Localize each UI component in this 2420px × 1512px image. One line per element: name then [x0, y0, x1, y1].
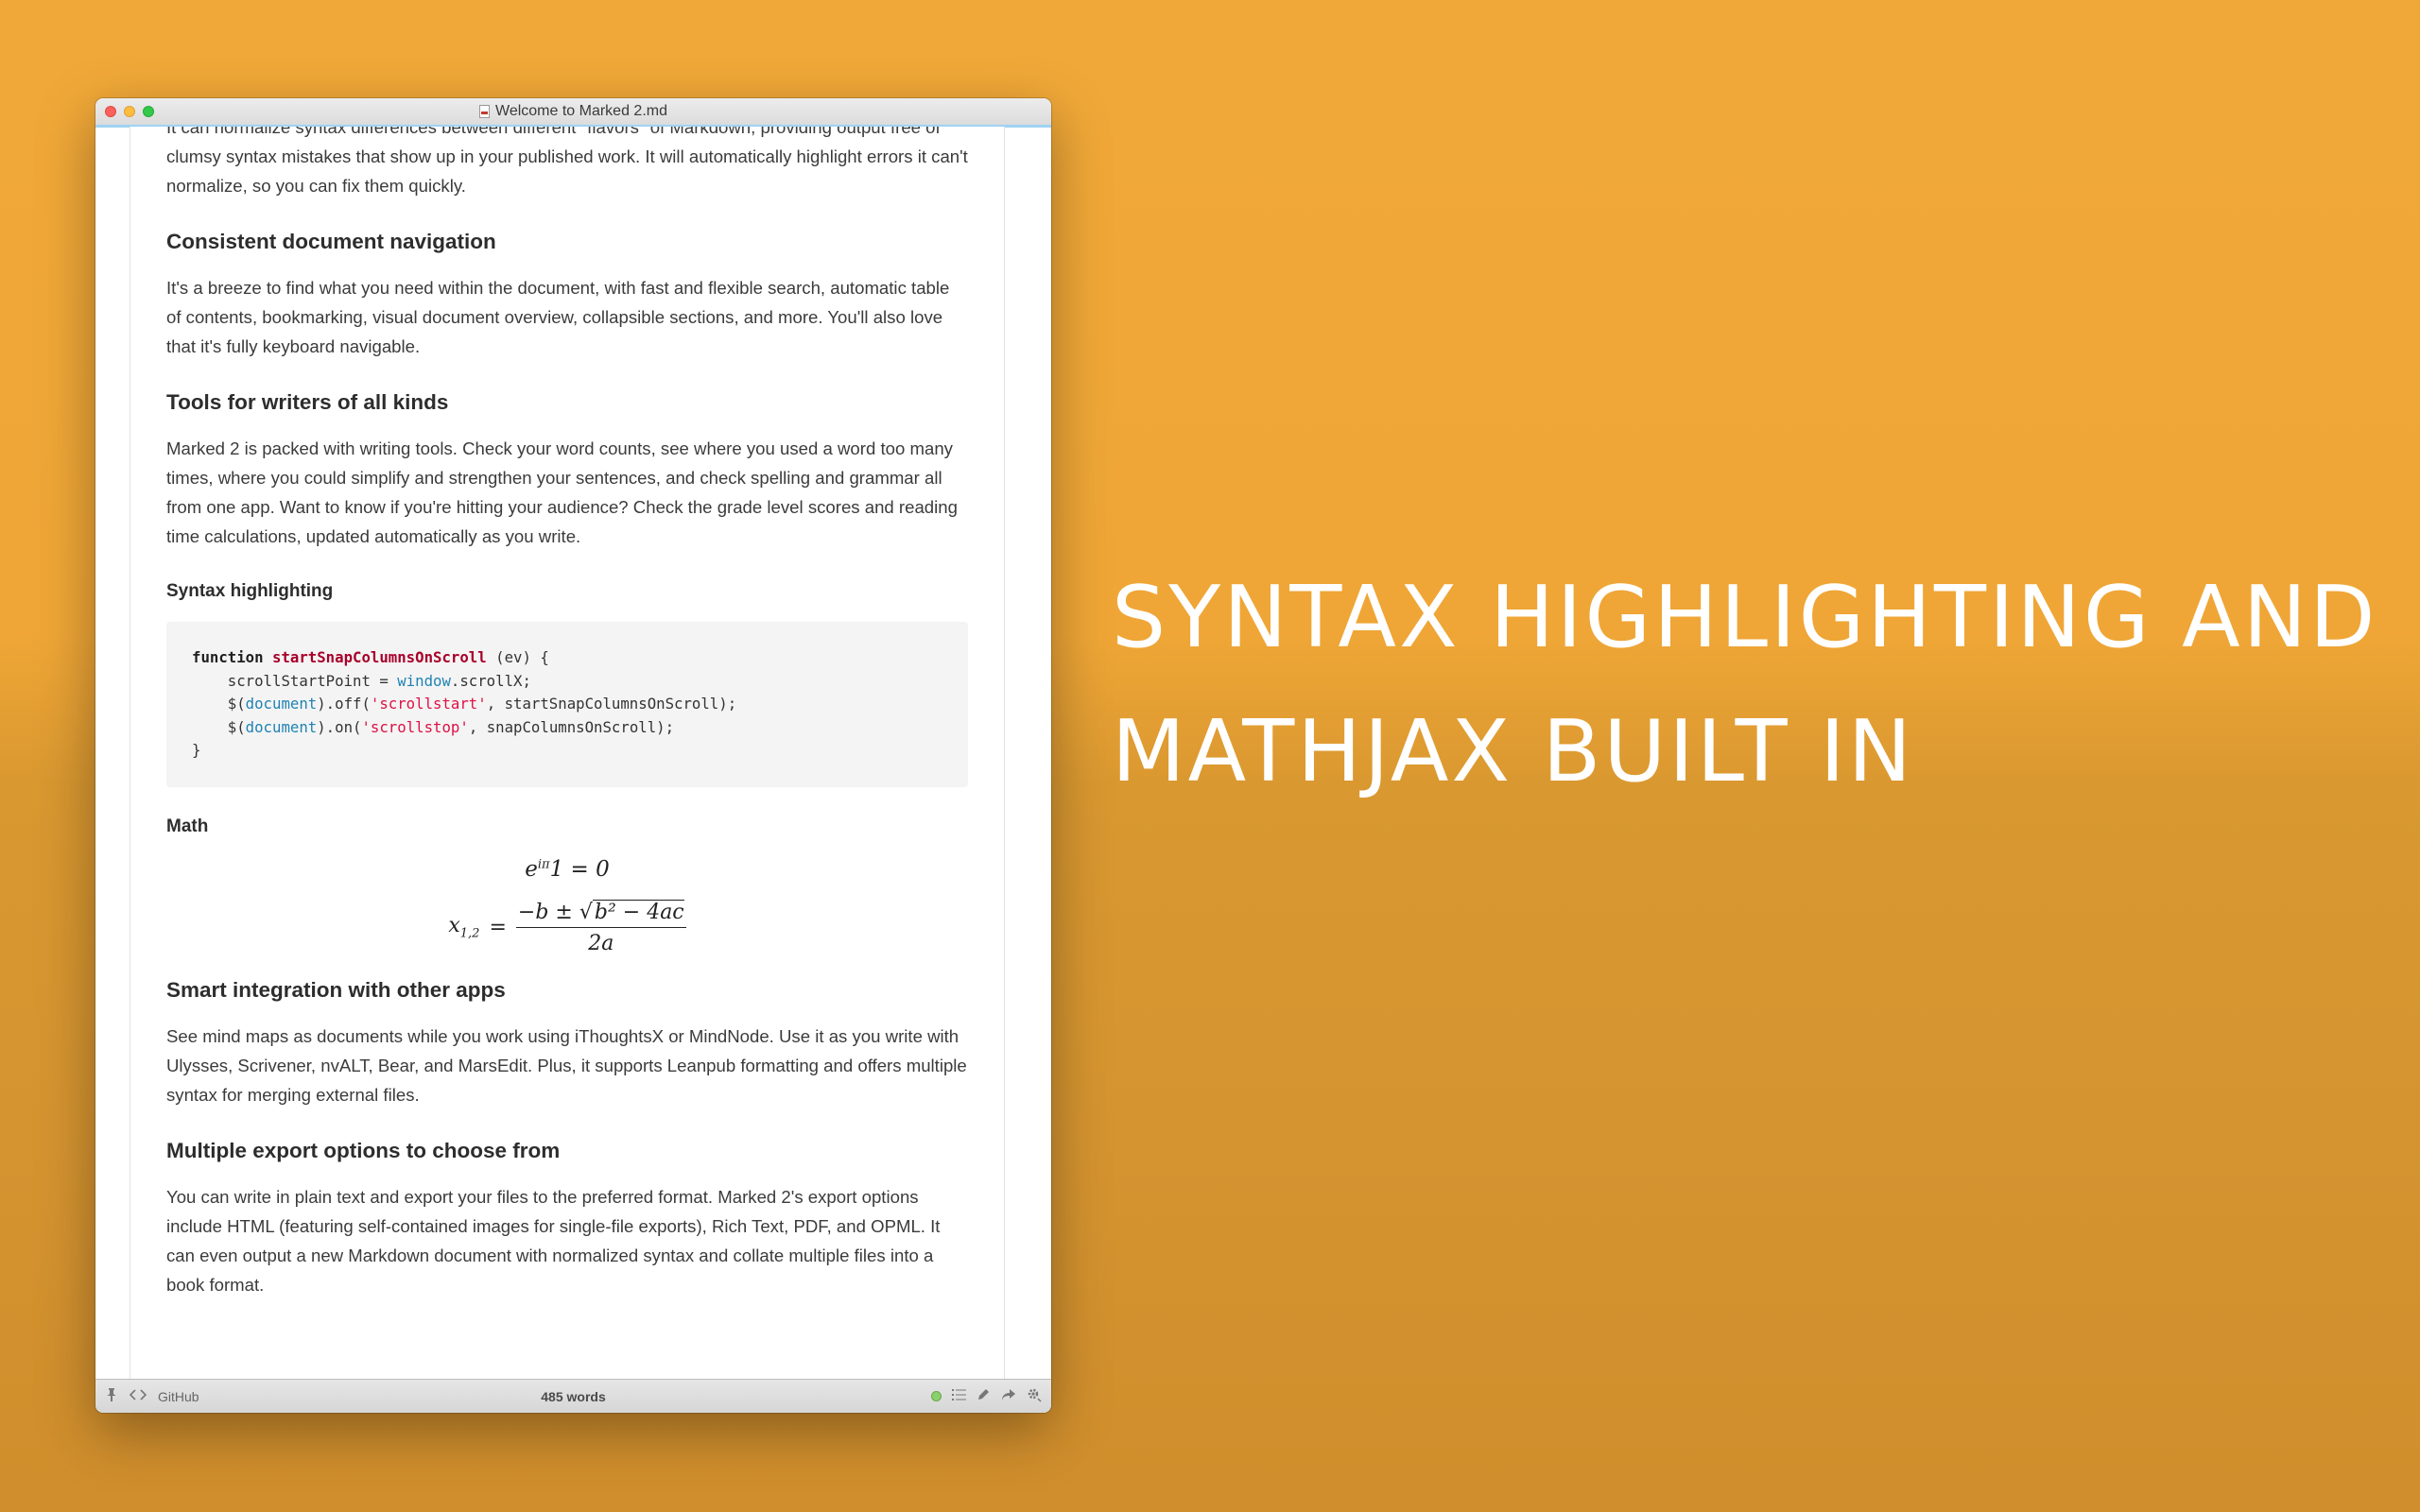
code-text: .scrollX; [450, 671, 531, 690]
edit-pen-icon[interactable] [977, 1387, 991, 1405]
math-heading: Math [166, 816, 209, 836]
section-heading: Consistent document navigation [166, 230, 496, 253]
marked-window: Welcome to Marked 2.md It can normalize … [95, 98, 1051, 1413]
eq2-equals: = [489, 916, 507, 939]
section-heading: Tools for writers of all kinds [166, 390, 449, 414]
preview-pane[interactable]: It can normalize syntax differences betw… [130, 127, 1005, 1383]
section-paragraph: You can write in plain text and export y… [166, 1186, 941, 1295]
code-text: , startSnapColumnsOnScroll); [486, 695, 737, 713]
section-heading: Multiple export options to choose from [166, 1138, 561, 1162]
eq2-root: b² − 4ac [592, 899, 684, 924]
code-text: } [192, 741, 201, 759]
code-text: $( [192, 717, 246, 736]
quadratic-equation: x1,2 = −b ± √b² − 4ac 2a [166, 899, 968, 955]
eq2-lhs-sub: 1,2 [459, 926, 480, 941]
section-paragraph: Marked 2 is packed with writing tools. C… [166, 438, 958, 546]
document-icon [479, 105, 490, 118]
code-object: document [245, 695, 318, 713]
sqrt-sign: √ [579, 900, 593, 924]
intro-paragraph: It can normalize syntax differences betw… [166, 127, 968, 196]
eq1-base: e [525, 856, 538, 882]
status-indicator-icon[interactable] [931, 1391, 942, 1401]
syntax-heading: Syntax highlighting [166, 581, 334, 601]
code-string: 'scrollstart' [370, 695, 487, 713]
code-params: (ev) { [486, 648, 549, 666]
eq2-num-pre: −b ± [517, 900, 579, 924]
eq2-numerator: −b ± √b² − 4ac [515, 899, 686, 928]
section-paragraph: It's a breeze to find what you need with… [166, 278, 950, 356]
code-text: , snapColumnsOnScroll); [468, 717, 675, 736]
share-icon[interactable] [1001, 1388, 1016, 1405]
word-count-group: 485 words [95, 1380, 1051, 1413]
code-function-name: startSnapColumnsOnScroll [272, 648, 487, 666]
headline-line-2: MATHJAX BUILT IN [1112, 702, 1915, 801]
document-body: It can normalize syntax differences betw… [166, 127, 968, 1327]
section-paragraph: See mind maps as documents while you wor… [166, 1025, 967, 1105]
code-object: window [397, 671, 451, 690]
euler-equation: eiπ1 = 0 [166, 857, 968, 882]
code-keyword: function [192, 648, 264, 666]
window-title: Welcome to Marked 2.md [495, 103, 667, 119]
eq2-fraction: −b ± √b² − 4ac 2a [515, 899, 686, 955]
title-bar: Welcome to Marked 2.md [95, 98, 1051, 126]
promo-headline: SYNTAX HIGHLIGHTING AND MATHJAX BUILT IN [1112, 551, 2397, 819]
eq1-exponent: iπ [537, 856, 550, 871]
code-block: function startSnapColumnsOnScroll (ev) {… [166, 622, 968, 787]
code-text: scrollStartPoint = [192, 671, 398, 690]
section-heading: Smart integration with other apps [166, 977, 506, 1002]
code-text: ).off( [317, 695, 371, 713]
eq2-denominator: 2a [588, 931, 614, 955]
eq2-lhs: x1,2 [448, 914, 479, 940]
status-bar: GitHub 485 words [95, 1379, 1051, 1413]
outline-list-icon[interactable] [952, 1388, 966, 1405]
eq1-rest: 1 = 0 [549, 856, 610, 882]
code-text: $( [192, 695, 246, 713]
headline-line-1: SYNTAX HIGHLIGHTING AND [1112, 568, 2378, 667]
window-title-group: Welcome to Marked 2.md [95, 98, 1051, 125]
gear-icon[interactable] [1027, 1387, 1042, 1406]
eq2-lhs-var: x [448, 914, 460, 938]
code-string: 'scrollstop' [361, 717, 469, 736]
word-count[interactable]: 485 words [541, 1389, 605, 1404]
code-object: document [245, 717, 318, 736]
code-text: ).on( [317, 717, 362, 736]
status-bar-right [931, 1380, 1042, 1413]
